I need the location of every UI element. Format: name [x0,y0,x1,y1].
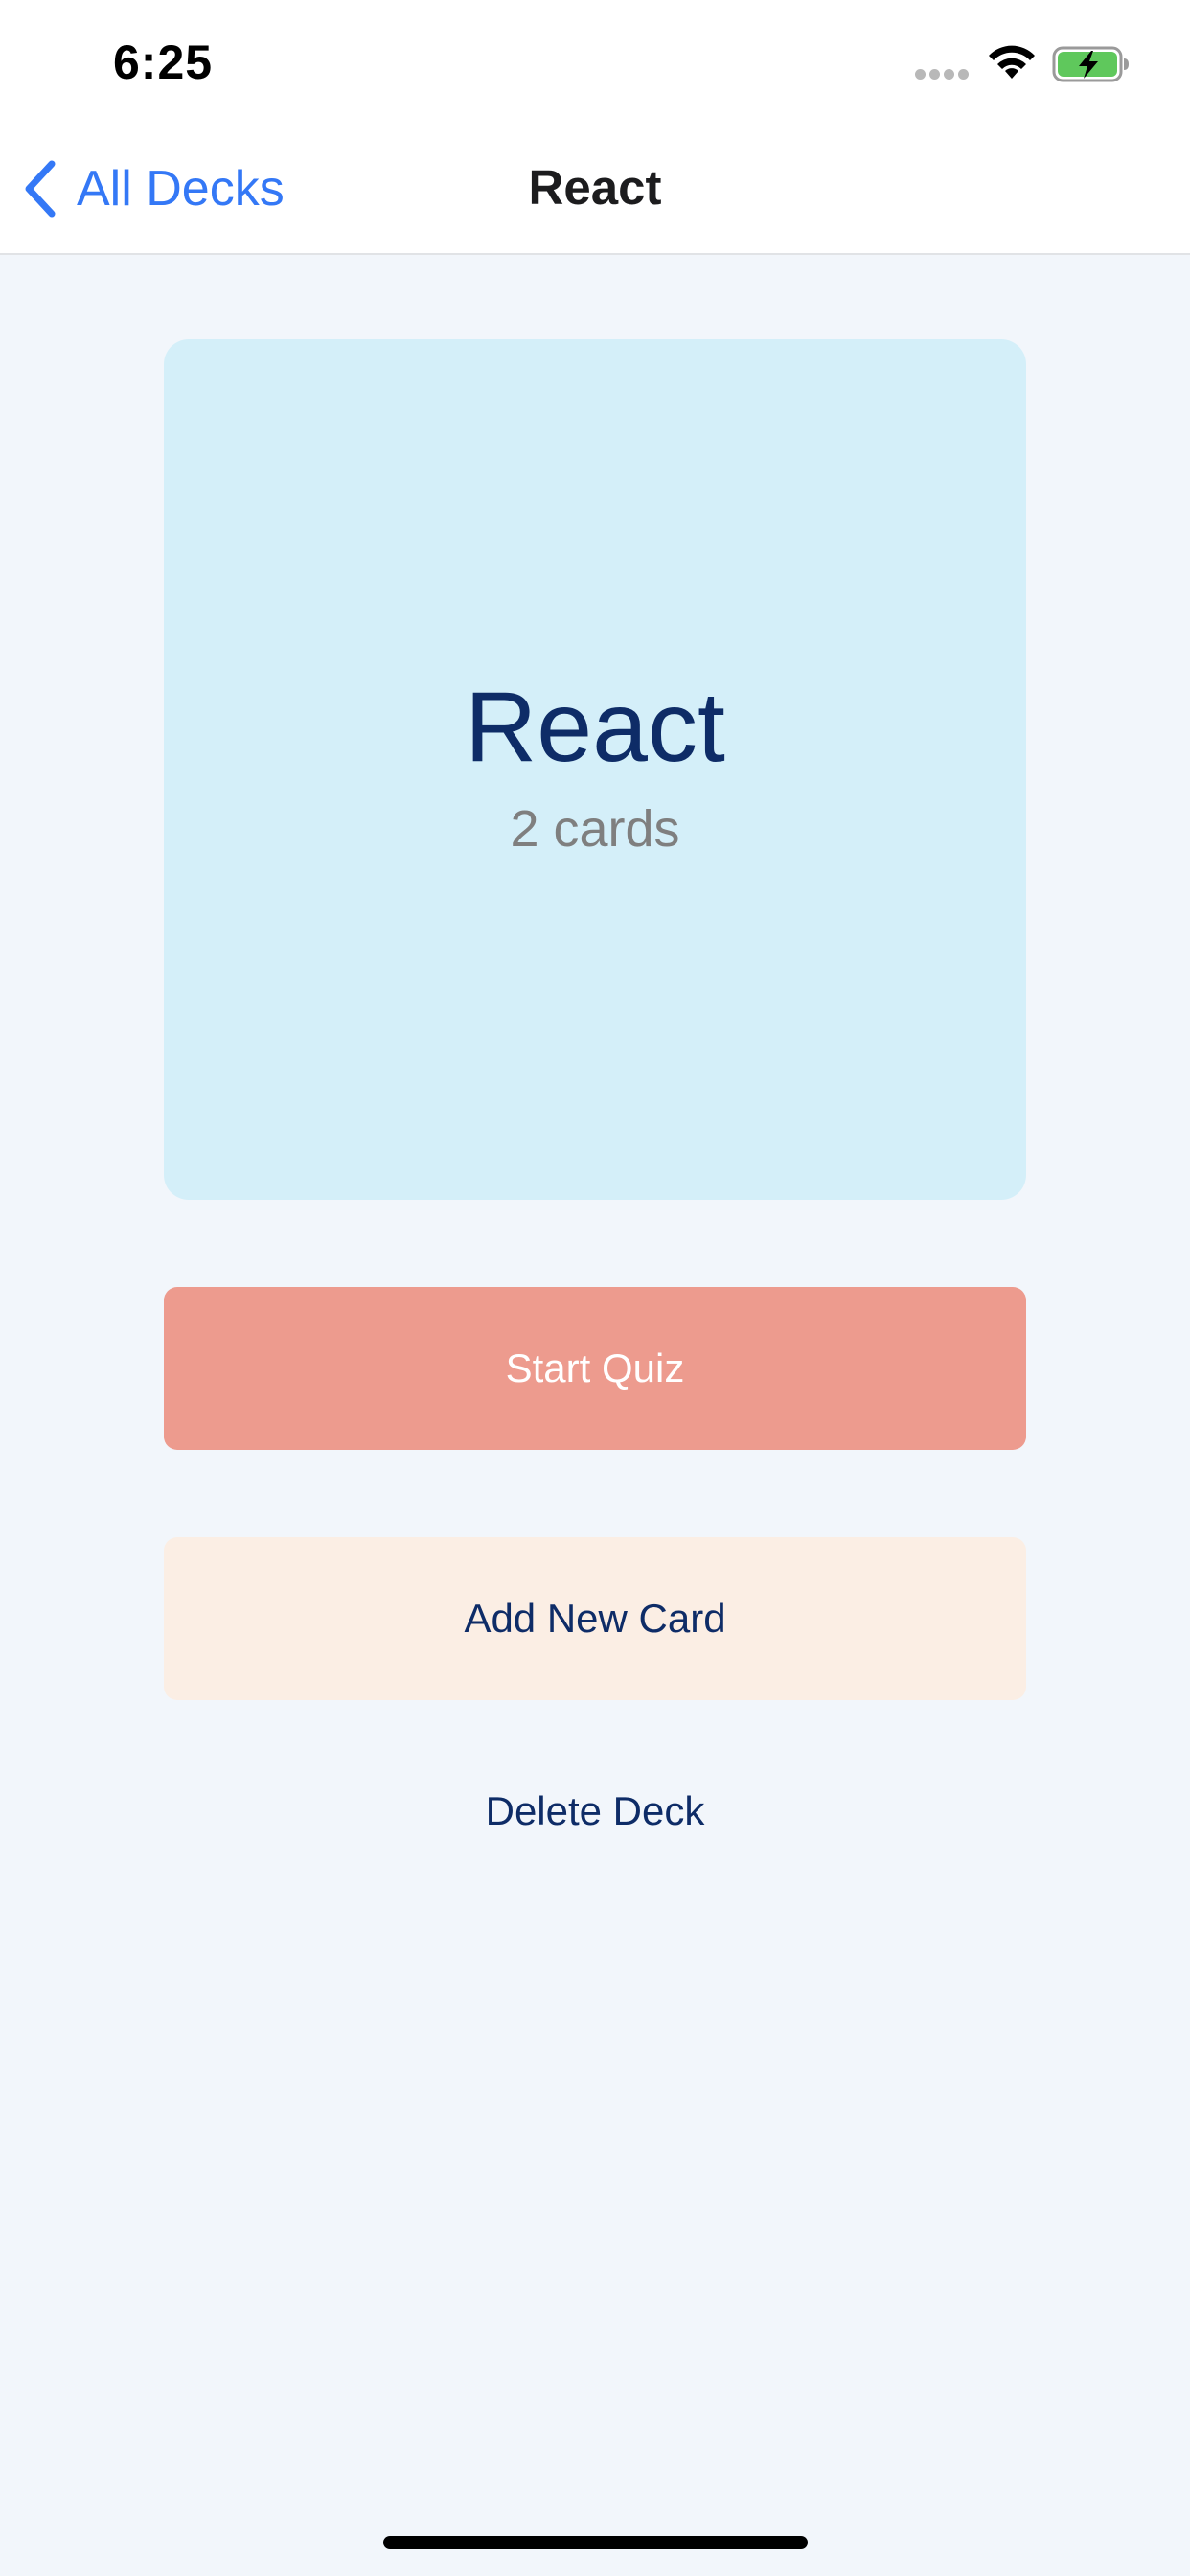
status-bar: 6:25 [0,0,1190,126]
wifi-icon [989,45,1035,79]
status-time: 6:25 [113,35,214,89]
deck-card: React 2 cards [164,339,1026,1200]
page-title: React [528,160,662,215]
navigation-bar: All Decks React [0,126,1190,255]
battery-charging-icon [1052,46,1129,82]
home-indicator[interactable] [383,2536,808,2549]
deck-title: React [465,672,725,783]
add-new-card-button[interactable]: Add New Card [164,1537,1026,1700]
start-quiz-button[interactable]: Start Quiz [164,1287,1026,1450]
cellular-signal-icon [915,69,971,80]
delete-deck-button[interactable]: Delete Deck [164,1778,1026,1845]
deck-card-count: 2 cards [510,800,680,858]
